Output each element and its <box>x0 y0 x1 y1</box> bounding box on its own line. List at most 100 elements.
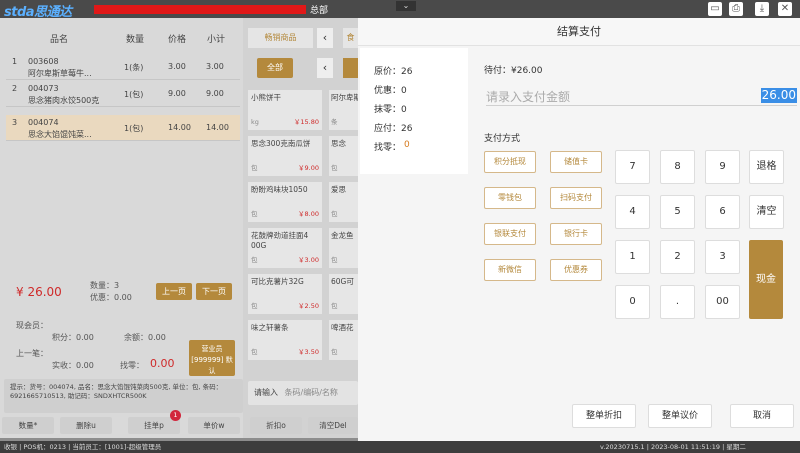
key-cash[interactable]: 现金 <box>749 240 783 319</box>
order-bargain-button[interactable]: 整单议价 <box>648 404 712 428</box>
category-left-arrow-icon[interactable]: ‹ <box>317 58 333 78</box>
row-price: 14.00 <box>168 123 191 132</box>
product-name: 金龙鱼 <box>331 231 354 240</box>
member-info: 现会员： 积分：0.00 余额：0.00 上一笔： 实收：0.00 找零： 0.… <box>4 316 243 386</box>
product-card[interactable]: 盼盼鸡味块1050 包 ￥8.00 <box>248 182 322 222</box>
method-coupon[interactable]: 优惠券 <box>550 259 602 281</box>
product-card[interactable]: 小熊饼干 kg ￥15.80 <box>248 90 322 130</box>
key-9[interactable]: 9 <box>705 150 740 184</box>
row-index: 2 <box>12 84 18 93</box>
key-0[interactable]: 0 <box>615 285 650 319</box>
minimize-icon[interactable]: ⤓ <box>755 2 769 16</box>
delete-button[interactable]: 删除u <box>60 417 112 434</box>
product-search-input[interactable]: 请输入 条码/编码/名称 <box>248 381 358 405</box>
tab-hot-products[interactable]: 畅销商品 <box>248 28 313 48</box>
product-card[interactable]: 爱思 包 <box>329 182 358 222</box>
close-icon[interactable]: ✕ <box>778 2 792 16</box>
col-name: 品名 <box>50 35 69 45</box>
row-index: 1 <box>12 57 18 66</box>
product-name: 思念 <box>331 139 346 148</box>
product-card[interactable]: 阿尔卑斯奶糖 条 <box>329 90 358 130</box>
product-card[interactable]: 思念300克南瓜饼 包 ￥9.00 <box>248 136 322 176</box>
payment-summary: 原价：26 优惠：0 抹零：0 应付：26 找零： 0 <box>360 48 468 174</box>
key-3[interactable]: 3 <box>705 240 740 274</box>
hint-text: 提示：货号：004074, 品名：思念大馅馄饨菜肉500克, 单位：包, 条码：… <box>10 383 223 400</box>
hint-box: 提示：货号：004074, 品名：思念大馅馄饨菜肉500克, 单位：包, 条码：… <box>4 379 243 413</box>
product-unit: 包 <box>331 164 338 172</box>
product-card[interactable]: 60G可 包 <box>329 274 358 314</box>
method-wechat[interactable]: 新微信 <box>484 259 536 281</box>
method-unionpay[interactable]: 银联支付 <box>484 223 536 245</box>
key-backspace[interactable]: 退格 <box>749 150 784 184</box>
cashier-button[interactable]: 营业员 [999999] 默认 <box>189 340 235 376</box>
key-00[interactable]: 00 <box>705 285 740 319</box>
payment-method-title: 支付方式 <box>484 134 521 144</box>
key-2[interactable]: 2 <box>660 240 695 274</box>
window-icon[interactable]: ▭ <box>708 2 722 16</box>
prev-page-button[interactable]: 上一页 <box>156 283 192 300</box>
cart-discount-total: 优惠：0.00 <box>90 293 132 302</box>
discount-amount: 优惠：0 <box>374 86 407 96</box>
product-card[interactable]: 可比克薯片32G 包 ￥2.50 <box>248 274 322 314</box>
order-discount-button[interactable]: 整单折扣 <box>572 404 636 428</box>
product-unit: 包 <box>331 256 338 264</box>
member-label: 现会员： <box>16 321 48 330</box>
key-1[interactable]: 1 <box>615 240 650 274</box>
key-5[interactable]: 5 <box>660 195 695 229</box>
clear-button[interactable]: 清空Del <box>308 417 358 434</box>
cart-qty-total: 数量：3 <box>90 281 120 290</box>
product-name: 阿尔卑斯奶糖 <box>331 93 358 102</box>
col-price: 价格 <box>168 35 187 45</box>
category-all[interactable]: 全部 <box>257 58 293 78</box>
key-4[interactable]: 4 <box>615 195 650 229</box>
payment-amount-input[interactable]: 请录入支付金额 26.00 <box>486 86 797 106</box>
discount-button[interactable]: 折扣o <box>250 417 302 434</box>
table-row[interactable]: 2 004073 思念猪肉水饺500克 1(包) 9.00 9.00 <box>6 81 240 107</box>
hold-count-badge: 1 <box>170 410 181 421</box>
row-index: 3 <box>12 118 18 127</box>
product-unit: 包 <box>251 348 258 356</box>
tab-left-arrow-icon[interactable]: ‹ <box>317 28 333 48</box>
key-clear[interactable]: 清空 <box>749 195 784 229</box>
key-7[interactable]: 7 <box>615 150 650 184</box>
product-unit: 包 <box>251 210 258 218</box>
row-subtotal: 9.00 <box>206 89 224 98</box>
key-8[interactable]: 8 <box>660 150 695 184</box>
row-qty: 1(条) <box>124 63 144 72</box>
row-code: 004073 <box>28 84 59 93</box>
product-card[interactable]: 花鼓牌劲道挂面4 00G 包 ￥3.00 <box>248 228 322 268</box>
product-unit: kg <box>251 118 259 126</box>
key-6[interactable]: 6 <box>705 195 740 229</box>
method-scan-pay[interactable]: 扫码支付 <box>550 187 602 209</box>
paid-label: 实收：0.00 <box>52 361 94 370</box>
category-next[interactable] <box>343 58 358 78</box>
table-row-selected[interactable]: 3 004074 思念大馅馄饨菜... 1(包) 14.00 14.00 <box>6 115 240 141</box>
product-card[interactable]: 味之轩薯条 包 ￥3.50 <box>248 320 322 360</box>
quantity-button[interactable]: 数量* <box>2 417 54 434</box>
next-page-button[interactable]: 下一页 <box>196 283 232 300</box>
product-unit: 包 <box>331 210 338 218</box>
title-bar: stda思通达 总部 ⌄ ▭ ⎙ ⤓ ✕ <box>0 0 800 20</box>
unit-price-button[interactable]: 单价w <box>188 417 240 434</box>
product-price: ￥2.50 <box>298 302 319 310</box>
points-label: 积分：0.00 <box>52 333 94 342</box>
product-price: ￥8.00 <box>298 210 319 218</box>
cart-table-header: 品名 数量 价格 小计 <box>4 28 240 48</box>
method-points[interactable]: 积分抵现 <box>484 151 536 173</box>
method-bank-card[interactable]: 银行卡 <box>550 223 602 245</box>
key-dot[interactable]: . <box>660 285 695 319</box>
row-subtotal: 14.00 <box>206 123 229 132</box>
collapse-chevron-icon[interactable]: ⌄ <box>396 1 416 11</box>
method-wallet[interactable]: 零钱包 <box>484 187 536 209</box>
product-card[interactable]: 啤酒花 包 <box>329 320 358 360</box>
product-card[interactable]: 思念 包 <box>329 136 358 176</box>
table-row[interactable]: 1 003608 阿尔卑斯草莓牛... 1(条) 3.00 3.00 <box>6 54 240 80</box>
product-card[interactable]: 金龙鱼 包 <box>329 228 358 268</box>
cancel-button[interactable]: 取消 <box>730 404 794 428</box>
printer-icon[interactable]: ⎙ <box>729 2 743 16</box>
tab-food[interactable]: 食 <box>343 28 358 48</box>
row-name: 阿尔卑斯草莓牛... <box>28 69 92 78</box>
change-label: 找零： <box>120 361 144 370</box>
product-name: 60G可 <box>331 277 354 286</box>
method-stored-card[interactable]: 储值卡 <box>550 151 602 173</box>
